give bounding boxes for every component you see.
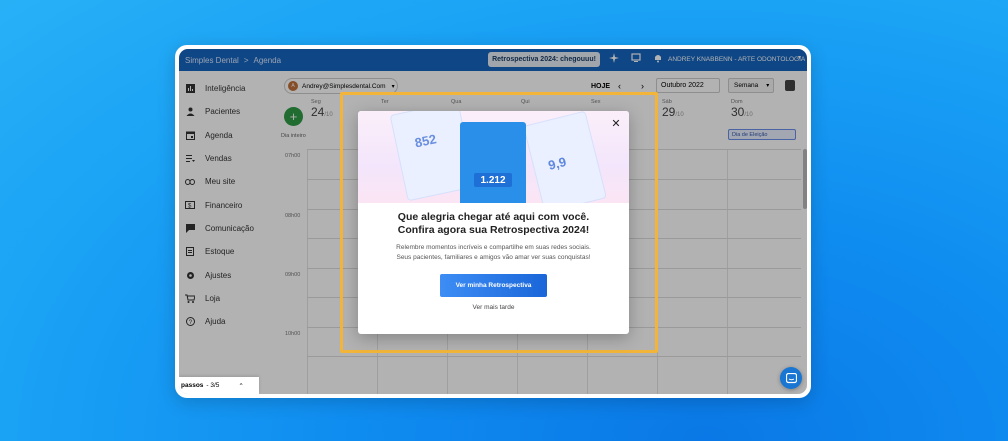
hero-banner: 852 9,9 1.212 ✕ — [358, 111, 629, 203]
checklist-progress: - 3/5 — [206, 382, 220, 389]
checklist-label: passos — [181, 382, 204, 389]
device-frame: Simples Dental > Agenda Retrospectiva 20… — [175, 45, 811, 398]
chat-button[interactable] — [780, 367, 802, 389]
stat-card-center: 1.212 — [460, 122, 526, 203]
modal-desc-line: Seus pacientes, familiares e amigos vão … — [396, 254, 591, 261]
stat-value: 1.212 — [474, 173, 512, 187]
modal-description: Relembre momentos incríveis e compartilh… — [358, 243, 629, 263]
stat-value: 9,9 — [546, 153, 568, 173]
modal-desc-line: Relembre momentos incríveis e compartilh… — [396, 244, 591, 251]
stat-card-right: 9,9 — [523, 111, 607, 203]
view-retrospective-button[interactable]: Ver minha Retrospectiva — [440, 274, 547, 297]
retrospective-modal: 852 9,9 1.212 ✕ Que alegria chegar até a… — [358, 111, 629, 334]
modal-title-line: Confira agora sua Retrospectiva 2024! — [397, 224, 590, 236]
view-later-link[interactable]: Ver mais tarde — [358, 304, 629, 311]
modal-title: Que alegria chegar até aqui com você. Co… — [358, 211, 629, 237]
onboarding-checklist[interactable]: passos - 3/5 ⌃ — [179, 377, 259, 394]
chevron-up-icon[interactable]: ⌃ — [238, 382, 243, 390]
modal-title-line: Que alegria chegar até aqui com você. — [397, 211, 590, 223]
stat-value: 852 — [413, 131, 438, 151]
chat-bubble-icon — [785, 372, 797, 383]
app-screen: Simples Dental > Agenda Retrospectiva 20… — [179, 49, 807, 394]
close-icon[interactable]: ✕ — [609, 116, 623, 130]
